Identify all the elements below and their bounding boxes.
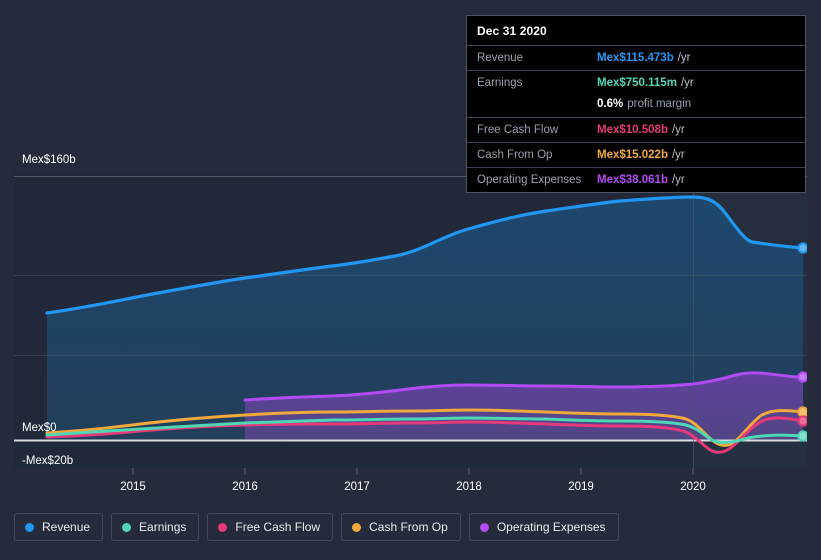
legend-item-operating-expenses[interactable]: Operating Expenses xyxy=(468,513,619,541)
free-cash-flow-color-dot-icon xyxy=(218,522,228,532)
tooltip-value-operating-expenses: Mex$38.061b xyxy=(597,174,668,186)
legend-item-cash-from-op[interactable]: Cash From Op xyxy=(341,513,461,541)
legend-label-operating-expenses: Operating Expenses xyxy=(496,520,606,534)
tooltip-value-free-cash-flow: Mex$10.508b xyxy=(597,124,668,136)
tooltip-row-operating-expenses: Operating Expenses Mex$38.061b /yr xyxy=(467,167,805,192)
tooltip-value-earnings: Mex$750.115m xyxy=(597,77,677,89)
legend-item-earnings[interactable]: Earnings xyxy=(111,513,200,541)
tooltip-label-operating-expenses: Operating Expenses xyxy=(477,174,582,186)
tooltip-row-cash-from-op: Cash From Op Mex$15.022b /yr xyxy=(467,142,805,167)
revenue-color-dot-icon xyxy=(25,522,34,532)
revenue-endpoint xyxy=(797,242,807,254)
x-axis-label-2018: 2018 xyxy=(456,481,482,493)
tooltip-label-cash-from-op: Cash From Op xyxy=(477,149,553,161)
tooltip-row-earnings: Earnings Mex$750.115m /yr xyxy=(467,70,805,95)
tooltip-unit-operating-expenses: /yr xyxy=(671,174,685,186)
financial-chart: Mex$160b Mex$0 -Mex$20b 2015 2016 2017 2… xyxy=(0,0,821,560)
x-axis-label-2016: 2016 xyxy=(232,481,258,493)
tooltip-row-profit-margin: 0.6% profit margin xyxy=(467,95,805,117)
legend-item-free-cash-flow[interactable]: Free Cash Flow xyxy=(207,513,334,541)
y-axis-label-bottom: -Mex$20b xyxy=(22,455,74,467)
earnings-color-dot-icon xyxy=(122,522,132,532)
legend-item-revenue[interactable]: Revenue xyxy=(14,513,104,541)
tooltip-date: Dec 31 2020 xyxy=(477,24,547,38)
x-axis-ticks xyxy=(132,468,694,475)
tooltip-unit-revenue: /yr xyxy=(677,52,691,64)
tooltip-label-revenue: Revenue xyxy=(477,52,524,64)
x-axis-label-2015: 2015 xyxy=(120,481,146,493)
tooltip-label-earnings: Earnings xyxy=(477,77,523,89)
x-axis-label-2019: 2019 xyxy=(568,481,594,493)
cash-from-op-color-dot-icon xyxy=(352,522,362,532)
tooltip-row-revenue: Revenue Mex$115.473b /yr xyxy=(467,45,805,70)
legend-label-earnings: Earnings xyxy=(139,520,187,534)
tooltip-value-cash-from-op: Mex$15.022b xyxy=(597,149,668,161)
x-axis-label-2020: 2020 xyxy=(680,481,706,493)
operating-expenses-color-dot-icon xyxy=(479,522,489,532)
tooltip-unit-cash-from-op: /yr xyxy=(671,149,685,161)
cash-from-op-endpoint xyxy=(797,406,807,418)
tooltip-value-revenue: Mex$115.473b xyxy=(597,52,674,64)
tooltip-unit-free-cash-flow: /yr xyxy=(671,124,685,136)
tooltip-value-profit-margin: 0.6% xyxy=(597,98,624,110)
y-axis-label-top: Mex$160b xyxy=(22,154,76,166)
chart-legend: Revenue Earnings Free Cash Flow Cash Fro… xyxy=(14,513,619,541)
legend-label-revenue: Revenue xyxy=(42,520,91,534)
free-cash-flow-endpoint xyxy=(797,415,807,427)
data-tooltip: Dec 31 2020 Revenue Mex$115.473b /yr Ear… xyxy=(466,15,806,193)
earnings-endpoint xyxy=(797,430,807,442)
x-axis-label-2017: 2017 xyxy=(344,481,370,493)
tooltip-unit-earnings: /yr xyxy=(680,77,694,89)
legend-label-cash-from-op: Cash From Op xyxy=(369,520,448,534)
y-axis-label-zero: Mex$0 xyxy=(22,422,57,434)
tooltip-text-profit-margin: profit margin xyxy=(627,98,692,110)
tooltip-label-free-cash-flow: Free Cash Flow xyxy=(477,124,559,136)
tooltip-row-free-cash-flow: Free Cash Flow Mex$10.508b /yr xyxy=(467,117,805,142)
legend-label-free-cash-flow: Free Cash Flow xyxy=(235,520,321,534)
opex-endpoint xyxy=(797,371,807,383)
